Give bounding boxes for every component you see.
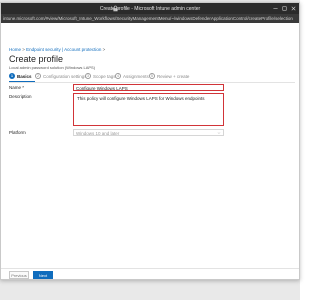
tab-scope-tags[interactable]: 3 Scope tags <box>85 73 116 79</box>
tab-number: 5 <box>149 73 155 79</box>
tab-label: Scope tags <box>93 73 116 79</box>
tab-assignments[interactable]: 4 Assignments <box>115 73 149 79</box>
tab-number: 1 <box>9 73 15 79</box>
minimize-icon[interactable] <box>272 5 279 12</box>
tab-review-create[interactable]: 5 Review + create <box>149 73 189 79</box>
window-title: Create profile - Microsoft Intune admin … <box>99 6 201 12</box>
description-label: Description <box>9 94 32 99</box>
breadcrumb: Home > Endpoint security | Account prote… <box>9 47 105 52</box>
name-input[interactable]: Configure Windows LAPS <box>73 84 224 91</box>
address-bar[interactable]: intune.microsoft.com/#view/Microsoft_Int… <box>1 14 299 23</box>
name-label: Name * <box>9 85 25 90</box>
desktop-background: Create profile - Microsoft Intune admin … <box>0 0 300 300</box>
browser-window: Create profile - Microsoft Intune admin … <box>0 2 300 280</box>
wizard-tabs: 1 Basics 2 Configuration settings 3 Scop… <box>9 73 299 82</box>
platform-label: Platform <box>9 130 26 135</box>
maximize-icon[interactable] <box>281 5 288 12</box>
tab-number: 3 <box>85 73 91 79</box>
tab-configuration-settings[interactable]: 2 Configuration settings <box>35 73 87 79</box>
close-icon[interactable] <box>290 5 297 12</box>
title-bar: Create profile - Microsoft Intune admin … <box>1 3 299 14</box>
description-textarea-value: This policy will configure Windows LAPS … <box>77 96 205 101</box>
breadcrumb-home[interactable]: Home <box>9 47 21 52</box>
name-input-value: Configure Windows LAPS <box>76 86 128 91</box>
tab-number: 2 <box>35 73 41 79</box>
chevron-down-icon <box>217 132 221 134</box>
description-textarea[interactable]: This policy will configure Windows LAPS … <box>73 93 224 126</box>
next-button[interactable]: Next <box>33 271 53 279</box>
tab-basics[interactable]: 1 Basics <box>9 73 32 79</box>
previous-button[interactable]: Previous <box>9 271 29 279</box>
tab-label: Review + create <box>157 73 190 79</box>
page-subtitle: Local admin password solution (Windows L… <box>9 65 96 70</box>
breadcrumb-endpoint-security[interactable]: Endpoint security | Account protection <box>26 47 101 52</box>
platform-dropdown[interactable]: Windows 10 and later <box>73 129 224 136</box>
breadcrumb-separator: > <box>102 47 106 52</box>
address-url: intune.microsoft.com/#view/Microsoft_Int… <box>3 16 293 21</box>
page-title: Create profile <box>9 54 64 64</box>
tabs-divider <box>9 82 295 83</box>
tab-label: Assignments <box>123 73 149 79</box>
tab-label: Basics <box>17 73 32 79</box>
tab-label: Configuration settings <box>43 73 87 79</box>
tab-number: 4 <box>115 73 121 79</box>
platform-dropdown-value: Windows 10 and later <box>76 131 120 136</box>
footer-divider <box>1 268 299 269</box>
